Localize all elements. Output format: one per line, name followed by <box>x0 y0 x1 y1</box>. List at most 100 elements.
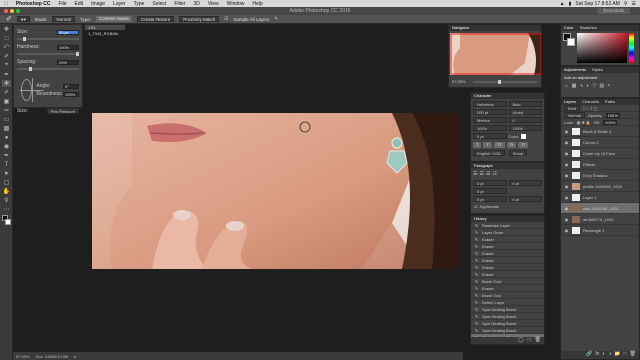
layer-row[interactable]: ◉ Effects <box>561 159 639 170</box>
indent-first-input[interactable]: 0 pt <box>473 188 507 194</box>
history-item[interactable]: ✎ Eraser <box>471 271 544 278</box>
history-item[interactable]: ✎Spot Healing Brush <box>471 306 544 313</box>
pen-tool-icon[interactable]: ✒ <box>2 152 11 159</box>
zoom-tool-icon[interactable]: ⚲ <box>2 197 11 204</box>
layer-row[interactable]: ◉ Black & White 1 <box>561 126 639 137</box>
zoom-icon[interactable] <box>16 9 20 13</box>
indent-left-input[interactable]: 0 pt <box>473 180 507 186</box>
layer-row[interactable]: ◉ Layer 1 <box>561 192 639 203</box>
layer-row[interactable]: ◉ Rectangle 1 <box>561 225 639 236</box>
fx-icon[interactable]: fx <box>595 351 599 359</box>
baseline-input[interactable]: 0 pt <box>473 133 507 139</box>
lock-icons[interactable]: ▦ ✚ 🔒 <box>577 120 591 125</box>
zoom-readout[interactable]: 57.99% <box>16 354 30 359</box>
menu-help[interactable]: Help <box>248 1 266 7</box>
align-center-icon[interactable]: ☰ <box>479 171 483 177</box>
create-texture-button[interactable]: Create Texture <box>136 16 175 22</box>
color-swatches[interactable] <box>2 215 11 229</box>
history-item[interactable]: ✎ Layer Order <box>471 229 544 236</box>
kerning-select[interactable]: Metrics <box>473 117 507 123</box>
history-item[interactable]: ✎ Eraser <box>471 257 544 264</box>
blur-tool-icon[interactable]: ● <box>2 134 11 141</box>
visibility-eye-icon[interactable]: ◉ <box>564 184 569 189</box>
hardness-input[interactable]: 100% <box>57 44 79 50</box>
document-tab[interactable]: 170-1_7343_RGB/8# <box>84 24 126 36</box>
document-canvas[interactable] <box>92 113 460 269</box>
menu-3d[interactable]: 3D <box>189 1 203 7</box>
folder-icon[interactable]: 📁 <box>614 351 620 359</box>
status-arrow-icon[interactable]: ▸ <box>74 354 76 359</box>
character-title[interactable]: Character <box>474 93 492 99</box>
tab-styles[interactable]: Styles <box>592 67 603 73</box>
healing-brush-icon[interactable]: ✚ <box>2 80 11 87</box>
trash-icon[interactable]: 🗑 <box>535 337 541 344</box>
new-layer-icon[interactable]: □ <box>624 351 627 359</box>
navigator-title[interactable]: Navigator <box>452 25 469 31</box>
menu-select[interactable]: Select <box>148 1 170 7</box>
fg-bg-swatch[interactable] <box>563 33 575 47</box>
history-brush-icon[interactable]: ✑ <box>2 107 11 114</box>
exposure-icon[interactable]: ◐ <box>587 83 590 89</box>
list-icon[interactable]: ☰ <box>632 1 636 7</box>
crop-tool-icon[interactable]: ⌖ <box>2 62 11 69</box>
history-item[interactable]: ✎ Eraser <box>471 243 544 250</box>
mask-icon[interactable]: ◐ <box>602 351 605 359</box>
justify-icon[interactable]: ☷ <box>492 171 496 177</box>
size-input[interactable]: 20 px <box>57 29 79 35</box>
tab-adjustments[interactable]: Adjustments <box>564 67 586 73</box>
menu-image[interactable]: Image <box>87 1 109 7</box>
brush-angle-widget[interactable] <box>19 78 45 102</box>
all-caps-button[interactable]: TT <box>493 142 505 148</box>
adjustment-layer-icon[interactable]: ◑ <box>608 351 611 359</box>
layer-row[interactable]: ◉ art-886776_1920 <box>561 214 639 225</box>
quick-select-icon[interactable]: ✐ <box>2 53 11 60</box>
hue-sat-icon[interactable]: ▤ <box>599 83 604 89</box>
pressure-icon[interactable]: ✎ <box>274 16 278 22</box>
hue-slider[interactable] <box>629 33 634 63</box>
font-family-select[interactable]: Helvetica Neue <box>473 101 507 112</box>
visibility-eye-icon[interactable]: ◉ <box>564 195 569 200</box>
menu-view[interactable]: View <box>204 1 223 7</box>
history-item[interactable]: ✎ Rasterize Layer <box>471 222 544 229</box>
levels-icon[interactable]: ▩ <box>572 83 577 89</box>
app-menu[interactable]: Photoshop CC <box>12 1 55 7</box>
opacity-input[interactable]: 100% <box>605 112 620 118</box>
font-size-input[interactable]: 200 pt <box>473 109 507 115</box>
history-item[interactable]: ✎Spot Healing Brush <box>471 320 544 327</box>
spacing-slider[interactable] <box>17 67 79 71</box>
menu-edit[interactable]: Edit <box>71 1 88 7</box>
menu-file[interactable]: File <box>54 1 70 7</box>
navigator-zoom-slider[interactable] <box>472 79 537 84</box>
horizontal-scale-input[interactable]: 100% <box>508 125 542 131</box>
hardness-slider[interactable] <box>17 52 79 56</box>
brush-tool-icon[interactable]: ✐ <box>2 89 11 96</box>
color-field[interactable] <box>577 33 627 63</box>
space-after-input[interactable]: 0 pt <box>508 196 542 202</box>
navigator-thumbnail[interactable] <box>450 33 542 75</box>
roundness-input[interactable]: 100% <box>63 91 79 97</box>
clock[interactable]: Sat Sep 17 8:52 AM <box>575 1 619 7</box>
brightness-icon[interactable]: ☼ <box>564 83 569 89</box>
navigator-zoom[interactable]: 57.99% <box>452 79 466 84</box>
text-color-swatch[interactable] <box>521 133 527 139</box>
anti-alias-select[interactable]: Sharp <box>508 150 528 156</box>
history-item[interactable]: ✎ Eraser <box>471 236 544 243</box>
visibility-eye-icon[interactable]: ◉ <box>564 151 569 156</box>
delete-layer-icon[interactable]: 🗑 <box>630 351 636 359</box>
type-tool-icon[interactable]: T <box>2 161 11 168</box>
history-item[interactable]: ✎ Delete Layer <box>471 299 544 306</box>
align-left-icon[interactable]: ☰ <box>473 171 477 177</box>
faux-bold-button[interactable]: T <box>473 142 482 148</box>
history-item[interactable]: ✎ Brush Tool <box>471 278 544 285</box>
history-item[interactable]: ✎ Eraser <box>471 264 544 271</box>
menu-layer[interactable]: Layer <box>109 1 130 7</box>
gradient-icon[interactable]: ▩ <box>2 125 11 132</box>
menu-window[interactable]: Window <box>223 1 249 7</box>
content-aware-button[interactable]: Content-Aware <box>95 16 132 22</box>
link-icon[interactable]: 🔗 <box>586 351 592 359</box>
close-icon[interactable] <box>4 9 8 13</box>
bw-icon[interactable]: ◓ <box>607 83 610 89</box>
superscript-button[interactable]: T¹ <box>518 142 529 148</box>
menu-filter[interactable]: Filter <box>170 1 189 7</box>
path-select-icon[interactable]: ➤ <box>2 170 11 177</box>
